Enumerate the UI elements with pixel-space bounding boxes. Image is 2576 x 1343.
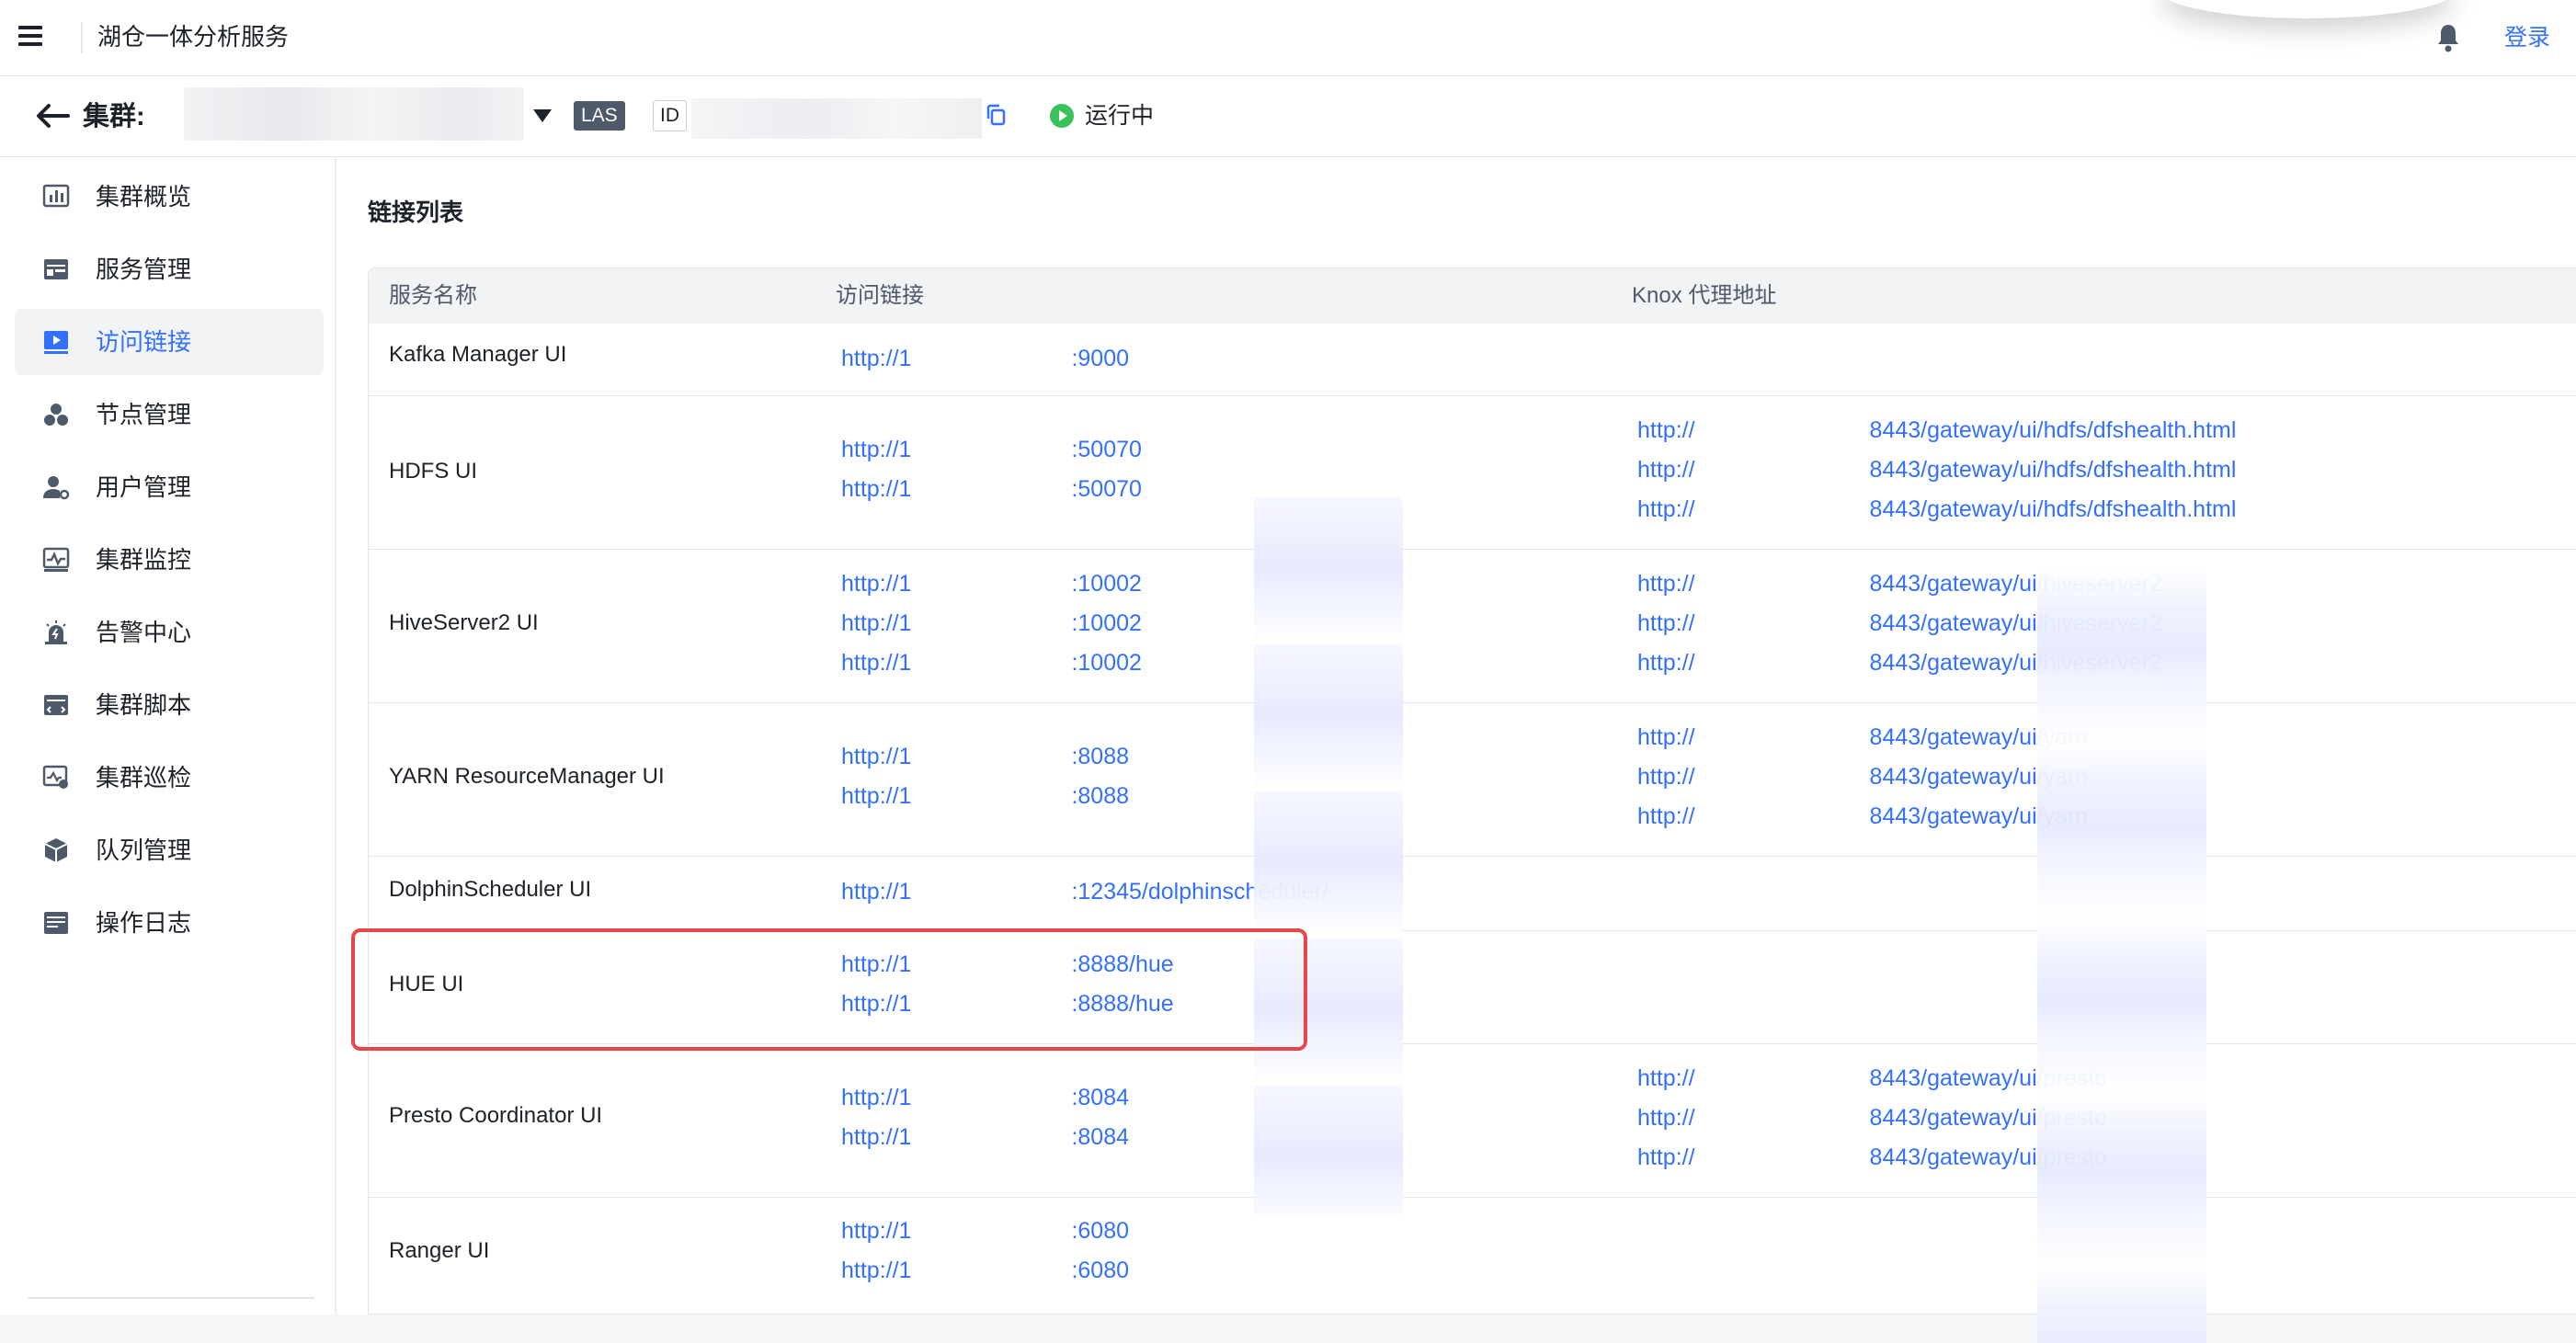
- cluster-select[interactable]: [184, 87, 524, 141]
- sidebar-item-access-links[interactable]: 访问链接: [15, 309, 324, 375]
- access-link[interactable]: http://1:10002: [841, 646, 1142, 679]
- sidebar-item-label: 队列管理: [96, 837, 192, 864]
- sidebar-item-label: 集群监控: [96, 546, 192, 574]
- header-divider: [81, 22, 83, 53]
- sidebar-item-label: 操作日志: [96, 909, 192, 937]
- user-gear-icon: [43, 476, 70, 500]
- bar-chart-icon: [42, 184, 70, 208]
- service-name: Kafka Manager UI: [389, 342, 567, 367]
- knox-link[interactable]: http://8443/gateway/ui/yarn: [1637, 721, 2088, 754]
- knox-link[interactable]: http://8443/gateway/ui/hdfs/dfshealth.ht…: [1637, 493, 2236, 526]
- main-content: 链接列表 服务名称 访问链接 Knox 代理地址 Kafka Manager U…: [336, 157, 2576, 1343]
- table-row: Ranger UI http://1:6080 http://1:6080: [368, 1198, 2576, 1315]
- table-row: DolphinScheduler UI http://1:12345/dolph…: [368, 857, 2576, 931]
- header-overlay-shadow: [2160, 0, 2455, 18]
- access-link[interactable]: http://1:6080: [841, 1254, 1129, 1287]
- back-arrow-icon[interactable]: [35, 102, 70, 130]
- chevron-down-icon[interactable]: [533, 109, 552, 122]
- access-link[interactable]: http://1:8084: [841, 1121, 1129, 1154]
- knox-link[interactable]: http://8443/gateway/ui/yarn: [1637, 800, 2088, 833]
- service-name: Presto Coordinator UI: [389, 1103, 603, 1128]
- table-row: HDFS UI http://1:50070 http://1:50070 ht…: [368, 396, 2576, 550]
- access-link[interactable]: http://1:8088: [841, 740, 1129, 773]
- column-header-access-link: 访问链接: [836, 283, 924, 308]
- service-name: YARN ResourceManager UI: [389, 764, 665, 789]
- cube-icon: [44, 838, 68, 862]
- sidebar-item-label: 用户管理: [96, 473, 192, 501]
- access-link[interactable]: http://1:8088: [841, 780, 1129, 813]
- app-title: 湖仓一体分析服务: [97, 23, 290, 51]
- copy-icon[interactable]: [986, 104, 1006, 126]
- sidebar-item-services[interactable]: 服务管理: [15, 236, 324, 302]
- access-link[interactable]: http://1:8084: [841, 1081, 1129, 1114]
- service-icon: [44, 259, 68, 279]
- sidebar-item-label: 访问链接: [96, 328, 192, 356]
- nodes-icon: [44, 404, 68, 426]
- access-link[interactable]: http://1:9000: [841, 342, 1129, 375]
- column-header-service-name: 服务名称: [389, 283, 477, 308]
- table-row: HiveServer2 UI http://1:10002 http://1:1…: [368, 550, 2576, 703]
- redacted-ip-mosaic: [1254, 497, 1403, 1214]
- access-link[interactable]: http://1:50070: [841, 472, 1142, 506]
- hue-row-highlight: [351, 928, 1307, 1051]
- script-icon: [44, 695, 68, 715]
- table-row: Kafka Manager UI http://1:9000: [368, 324, 2576, 396]
- sidebar-item-overview[interactable]: 集群概览: [15, 164, 324, 230]
- sidebar: 集群概览 服务管理 访问链接 节点管理 用户管理 集群监控 告警中心 集群脚本 …: [0, 157, 336, 1315]
- redacted-knox-host-mosaic: [2037, 569, 2206, 1343]
- sidebar-item-label: 集群概览: [96, 183, 192, 211]
- sidebar-item-users[interactable]: 用户管理: [15, 454, 324, 520]
- sidebar-item-label: 集群巡检: [96, 764, 192, 791]
- service-name: Ranger UI: [389, 1238, 490, 1263]
- table-row: YARN ResourceManager UI http://1:8088 ht…: [368, 703, 2576, 857]
- top-header: 湖仓一体分析服务 登录: [0, 0, 2576, 76]
- table-row: Presto Coordinator UI http://1:8084 http…: [368, 1044, 2576, 1198]
- sidebar-item-queues[interactable]: 队列管理: [15, 817, 324, 883]
- access-link[interactable]: http://1:50070: [841, 433, 1142, 466]
- cluster-status: 运行中: [1085, 103, 1155, 129]
- access-link[interactable]: http://1:6080: [841, 1214, 1129, 1247]
- knox-link[interactable]: http://8443/gateway/ui/hdfs/dfshealth.ht…: [1637, 453, 2236, 486]
- sidebar-item-label: 节点管理: [96, 401, 192, 428]
- sidebar-item-nodes[interactable]: 节点管理: [15, 381, 324, 448]
- sidebar-item-alarms[interactable]: 告警中心: [15, 599, 324, 666]
- bell-icon[interactable]: [2434, 22, 2462, 53]
- sidebar-item-label: 集群脚本: [96, 691, 192, 719]
- cluster-bar: 集群: LAS ID 运行中: [0, 76, 2576, 157]
- sidebar-item-inspection[interactable]: 集群巡检: [15, 745, 324, 811]
- sidebar-item-scripts[interactable]: 集群脚本: [15, 672, 324, 738]
- sidebar-divider: [28, 1297, 314, 1299]
- service-name: DolphinScheduler UI: [389, 877, 592, 902]
- id-label: ID: [653, 100, 687, 131]
- service-name: HiveServer2 UI: [389, 610, 539, 635]
- sidebar-item-label: 告警中心: [96, 619, 192, 646]
- cluster-label: 集群:: [83, 102, 145, 131]
- access-link[interactable]: http://1:10002: [841, 567, 1142, 600]
- log-icon: [44, 912, 68, 934]
- cluster-type-badge: LAS: [574, 101, 625, 131]
- service-name: HDFS UI: [389, 459, 477, 484]
- knox-link[interactable]: http://8443/gateway/ui/yarn: [1637, 760, 2088, 793]
- table-header: 服务名称 访问链接 Knox 代理地址: [368, 267, 2576, 324]
- section-title: 链接列表: [368, 199, 464, 226]
- sidebar-item-label: 服务管理: [96, 256, 192, 283]
- hamburger-menu-icon[interactable]: [18, 26, 42, 46]
- links-table: 服务名称 访问链接 Knox 代理地址 Kafka Manager UI htt…: [368, 267, 2576, 1315]
- alarm-icon: [45, 620, 67, 644]
- sidebar-item-logs[interactable]: 操作日志: [15, 890, 324, 956]
- cluster-id-value: [691, 98, 982, 139]
- access-link[interactable]: http://1:10002: [841, 607, 1142, 640]
- inspect-icon: [42, 765, 68, 789]
- sidebar-item-monitoring[interactable]: 集群监控: [15, 527, 324, 593]
- play-link-icon: [44, 331, 68, 354]
- running-status-icon: [1050, 104, 1074, 128]
- monitor-icon: [42, 547, 70, 572]
- login-link[interactable]: 登录: [2504, 22, 2550, 53]
- column-header-knox-address: Knox 代理地址: [1632, 283, 1777, 308]
- knox-link[interactable]: http://8443/gateway/ui/hdfs/dfshealth.ht…: [1637, 414, 2236, 447]
